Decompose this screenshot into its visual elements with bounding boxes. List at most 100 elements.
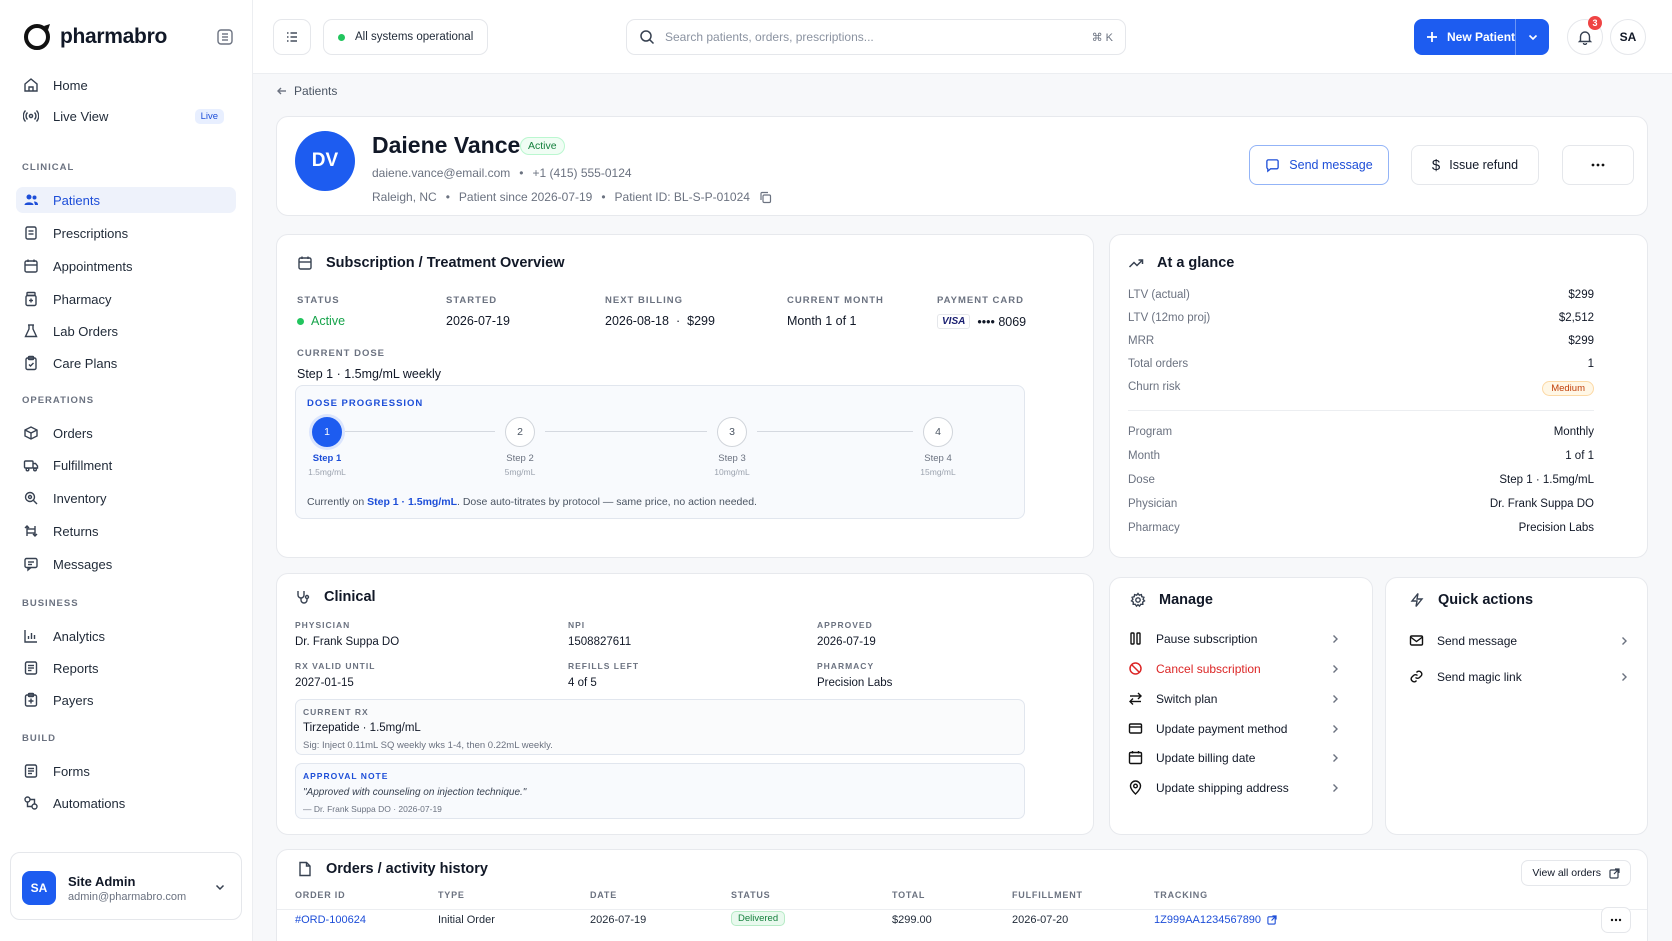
more-actions-button[interactable] (1562, 145, 1634, 185)
new-patient-button[interactable]: New Patient (1414, 19, 1516, 55)
sidebar-item-patients[interactable]: Patients (16, 187, 236, 213)
nav-section-business: BUSINESS (22, 598, 79, 609)
sidebar-item-forms[interactable]: Forms (16, 758, 236, 784)
arrow-left-icon (277, 87, 286, 95)
new-patient-dropdown-button[interactable] (1516, 19, 1549, 55)
external-link-icon (1609, 867, 1620, 879)
dose-step-2[interactable]: 2 Step 2 5mg/mL (490, 417, 550, 477)
cancel-subscription-item[interactable]: Cancel subscription (1128, 661, 1340, 676)
sidebar-item-automations[interactable]: Automations (16, 790, 236, 816)
calendar-icon (298, 256, 312, 270)
sidebar-item-label: Automations (53, 795, 126, 811)
sidebar-item-label: Payers (53, 692, 94, 708)
approved-field: APPROVED 2026-07-19 (817, 620, 876, 648)
sidebar-item-inventory[interactable]: Inventory (16, 485, 236, 511)
sidebar-item-messages[interactable]: Messages (16, 551, 236, 577)
nav-section-build: BUILD (22, 733, 57, 744)
sidebar-item-payers[interactable]: Payers (16, 687, 236, 713)
view-all-orders-button[interactable]: View all orders (1521, 860, 1631, 886)
update-billing-date-item[interactable]: Update billing date (1128, 750, 1340, 765)
current-month-field: CURRENT MONTH Month 1 of 1 (787, 295, 884, 328)
sidebar-item-prescriptions[interactable]: Prescriptions (16, 220, 236, 246)
step-connector (342, 431, 495, 432)
status-field: STATUS Active (297, 295, 345, 328)
sidebar-item-label: Fulfillment (53, 457, 113, 473)
card-title: At a glance (1128, 255, 1234, 271)
send-message-button[interactable]: Send message (1249, 145, 1389, 185)
switch-plan-item[interactable]: Switch plan (1128, 691, 1340, 706)
issue-refund-button[interactable]: $ Issue refund (1411, 145, 1539, 185)
sidebar-item-label: Patients (53, 192, 100, 208)
sidebar-item-orders[interactable]: Orders (16, 420, 236, 446)
approval-note-box: APPROVAL NOTE "Approved with counseling … (295, 763, 1025, 819)
quick-send-magic-link-item[interactable]: Send magic link (1409, 669, 1629, 684)
report-icon (24, 661, 38, 675)
search-input[interactable] (665, 30, 1082, 44)
payment-card-field: PAYMENT CARD VISA •••• 8069 (937, 295, 1026, 329)
breadcrumb[interactable]: Patients (276, 84, 337, 98)
subscription-status: Active (297, 314, 345, 328)
chevron-right-icon (1622, 672, 1627, 681)
separator-dot: • (601, 190, 606, 204)
sidebar-item-home[interactable]: Home (16, 72, 236, 98)
chevron-right-icon (1333, 664, 1338, 673)
pill-bottle-icon (25, 291, 37, 307)
automation-icon (24, 796, 38, 810)
chevron-right-icon (1333, 783, 1338, 792)
churn-risk-badge: Medium (1542, 381, 1594, 396)
field-label: PAYMENT CARD (937, 295, 1024, 306)
chevron-down-icon[interactable] (213, 880, 227, 894)
update-payment-method-item[interactable]: Update payment method (1128, 721, 1340, 736)
sidebar-item-fulfillment[interactable]: Fulfillment (16, 452, 236, 478)
tracking-link[interactable]: 1Z999AA1234567890 (1154, 914, 1277, 926)
copy-icon[interactable] (759, 191, 772, 204)
avatar: DV (295, 131, 355, 191)
dose-step-1[interactable]: 1 Step 1 1.5mg/mL (297, 417, 357, 477)
gear-icon (1130, 592, 1146, 608)
approval-note-label: APPROVAL NOTE (303, 771, 389, 781)
sidebar-item-lab-orders[interactable]: Lab Orders (16, 318, 236, 344)
patient-email[interactable]: daiene.vance@email.com (372, 166, 510, 180)
system-status-pill[interactable]: All systems operational (323, 19, 489, 55)
patient-location: Raleigh, NC (372, 190, 437, 204)
glance-row: Dose Step 1 · 1.5mg/mL (1128, 474, 1594, 486)
sidebar-item-label: Reports (53, 660, 99, 676)
dollar-icon: $ (1431, 156, 1441, 174)
menu-toggle-button[interactable] (273, 19, 311, 55)
sidebar-item-label: Appointments (53, 258, 133, 274)
sidebar-item-returns[interactable]: Returns (16, 518, 236, 544)
glance-row: Total orders 1 (1128, 358, 1594, 370)
nav-section-operations: OPERATIONS (22, 395, 95, 406)
sidebar-item-label: Analytics (53, 628, 106, 644)
brand-name: pharmabro (60, 25, 167, 48)
sidebar-item-appointments[interactable]: Appointments (16, 253, 236, 279)
sidebar-item-analytics[interactable]: Analytics (16, 623, 236, 649)
user-account-card[interactable]: SA Site Admin admin@pharmabro.com (10, 852, 242, 920)
search-icon (640, 30, 655, 45)
sidebar-item-label: Care Plans (53, 355, 118, 371)
quick-send-message-item[interactable]: Send message (1409, 633, 1629, 648)
next-billing-field: NEXT BILLING 2026-08-18 · $299 (605, 295, 715, 328)
avatar[interactable]: SA (1610, 19, 1646, 55)
patient-phone[interactable]: +1 (415) 555-0124 (532, 166, 631, 180)
row-more-button[interactable] (1601, 907, 1631, 933)
divider (1128, 410, 1594, 411)
order-id-link[interactable]: #ORD-100624 (295, 914, 366, 926)
rx-valid-value: 2027-01-15 (295, 677, 354, 689)
glance-row: LTV (12mo proj) $2,512 (1128, 312, 1594, 324)
dose-step-3[interactable]: 3 Step 3 10mg/mL (702, 417, 762, 477)
brand-logo[interactable]: pharmabro (22, 22, 167, 52)
sidebar-item-reports[interactable]: Reports (16, 655, 236, 681)
sidebar-item-pharmacy[interactable]: Pharmacy (16, 286, 236, 312)
dose-step-4[interactable]: 4 Step 4 15mg/mL (908, 417, 968, 477)
update-shipping-address-item[interactable]: Update shipping address (1128, 780, 1340, 795)
sidebar-item-care-plans[interactable]: Care Plans (16, 350, 236, 376)
sidebar-item-label: Returns (53, 523, 99, 539)
sidebar-collapse-icon[interactable] (216, 28, 234, 46)
patient-id: Patient ID: BL-S-P-01024 (614, 190, 750, 204)
user-name: Site Admin (68, 874, 136, 889)
pause-subscription-item[interactable]: Pause subscription (1128, 631, 1340, 646)
subscription-overview-card: Subscription / Treatment Overview STATUS… (276, 234, 1094, 558)
sidebar-item-live-view[interactable]: Live View Live (16, 103, 236, 129)
global-search[interactable]: ⌘ K (626, 19, 1126, 55)
